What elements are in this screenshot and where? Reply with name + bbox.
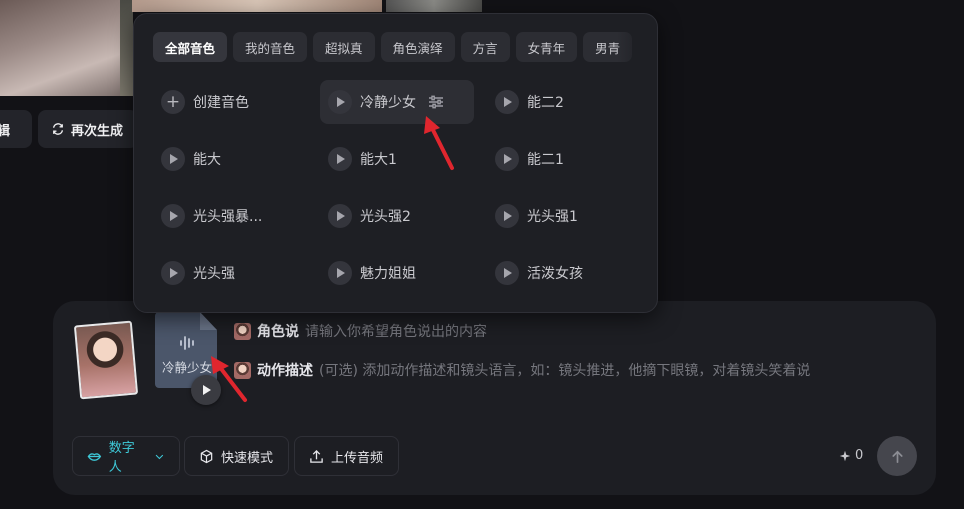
voice-item[interactable]: 光头强2 [320,194,474,238]
create-voice-label: 创建音色 [193,95,249,111]
voice-label: 能大 [193,152,221,168]
voice-label: 魅力姐姐 [360,266,416,282]
plus-icon: + [161,90,185,114]
sparkle-icon [839,450,851,461]
voice-label: 能大1 [360,152,397,168]
upload-audio-button[interactable]: 上传音频 [294,436,399,476]
video-thumbnail-top [132,0,382,12]
tab-young-female[interactable]: 女青年 [515,32,578,62]
fast-mode-label: 快速模式 [221,450,274,466]
character-avatar-icon [234,322,251,340]
audio-play-button[interactable] [191,375,221,405]
play-icon[interactable] [161,147,185,171]
voice-label: 光头强 [193,266,235,282]
regenerate-button[interactable]: 再次生成 [38,110,138,148]
play-icon[interactable] [328,204,352,228]
video-thumbnail-edge [120,0,133,96]
action-label: 动作描述 [257,363,313,379]
file-corner-fold [200,312,217,330]
speech-line[interactable]: 角色说 请输入你希望角色说出的内容 [234,321,487,341]
voice-label: 光头强暴... [193,209,263,225]
fast-mode-button[interactable]: 快速模式 [184,436,289,476]
video-thumbnail [0,0,120,96]
speech-input[interactable]: 请输入你希望角色说出的内容 [305,321,487,341]
refresh-icon [52,123,64,135]
edit-button[interactable]: 编辑 [0,110,32,148]
play-icon[interactable] [495,261,519,285]
regenerate-button-label: 再次生成 [71,123,124,139]
tab-role-play[interactable]: 角色演绎 [380,32,455,62]
voice-selector-popup: 全部音色 我的音色 超拟真 角色演绎 方言 女青年 男青 + 创建音色 冷静少女… [133,13,658,313]
voice-label: 能二1 [527,152,564,168]
chevron-down-icon [155,454,164,459]
upload-icon [310,449,323,463]
voice-item[interactable]: 能二2 [487,80,641,124]
play-icon[interactable] [495,90,519,114]
voice-item-selected[interactable]: 冷静少女 [320,80,474,124]
audio-file-name: 冷静少女 [161,360,212,375]
play-icon[interactable] [328,261,352,285]
video-thumbnail-top-right [386,0,482,12]
voice-item[interactable]: 光头强 [153,251,307,295]
cube-icon [200,449,213,463]
voice-item[interactable]: 光头强暴... [153,194,307,238]
adjust-icon[interactable] [428,95,444,109]
play-icon[interactable] [328,147,352,171]
character-avatar-icon [234,361,251,379]
prompt-composer: 冷静少女 角色说 请输入你希望角色说出的内容 动作描述 (可选) 添加动作描述和… [53,301,936,495]
voice-label: 光头强2 [360,209,411,225]
create-voice-button[interactable]: + 创建音色 [153,80,307,124]
voice-label: 活泼女孩 [527,266,583,282]
speech-label: 角色说 [257,324,299,340]
arrow-up-icon [891,450,903,463]
credit-cost: 0 [839,448,863,463]
voice-label: 能二2 [527,95,564,111]
play-icon[interactable] [495,147,519,171]
voice-item[interactable]: 能大1 [320,137,474,181]
voice-item[interactable]: 活泼女孩 [487,251,641,295]
voice-label: 冷静少女 [360,95,416,111]
play-icon[interactable] [161,204,185,228]
voice-category-tabs: 全部音色 我的音色 超拟真 角色演绎 方言 女青年 男青 [153,32,633,62]
character-image[interactable] [73,320,139,400]
tab-my-voices[interactable]: 我的音色 [233,32,308,62]
tab-dialect[interactable]: 方言 [460,32,510,62]
play-icon[interactable] [495,204,519,228]
credit-count: 0 [855,448,864,463]
voice-item[interactable]: 能大 [153,137,307,181]
waveform-icon [180,336,194,350]
send-button[interactable] [877,436,917,476]
tab-ultra-realistic[interactable]: 超拟真 [313,32,375,62]
tab-all-voices[interactable]: 全部音色 [153,32,228,62]
lips-icon [87,452,102,461]
edit-button-label: 编辑 [0,123,11,139]
upload-audio-label: 上传音频 [331,450,384,466]
digital-human-label: 数字人 [108,441,135,475]
voice-label: 光头强1 [527,209,578,225]
tabs-scroll-fade [617,28,657,68]
action-line[interactable]: 动作描述 (可选) 添加动作描述和镜头语言，如：镜头推进，他摘下眼镜，对着镜头笑… [234,360,810,380]
play-icon[interactable] [161,261,185,285]
action-input[interactable]: (可选) 添加动作描述和镜头语言，如：镜头推进，他摘下眼镜，对着镜头笑着说 [319,360,810,380]
play-icon [203,385,211,395]
voice-item[interactable]: 魅力姐姐 [320,251,474,295]
digital-human-dropdown[interactable]: 数字人 [72,436,180,476]
voice-item[interactable]: 能二1 [487,137,641,181]
voice-item[interactable]: 光头强1 [487,194,641,238]
play-icon[interactable] [328,90,352,114]
